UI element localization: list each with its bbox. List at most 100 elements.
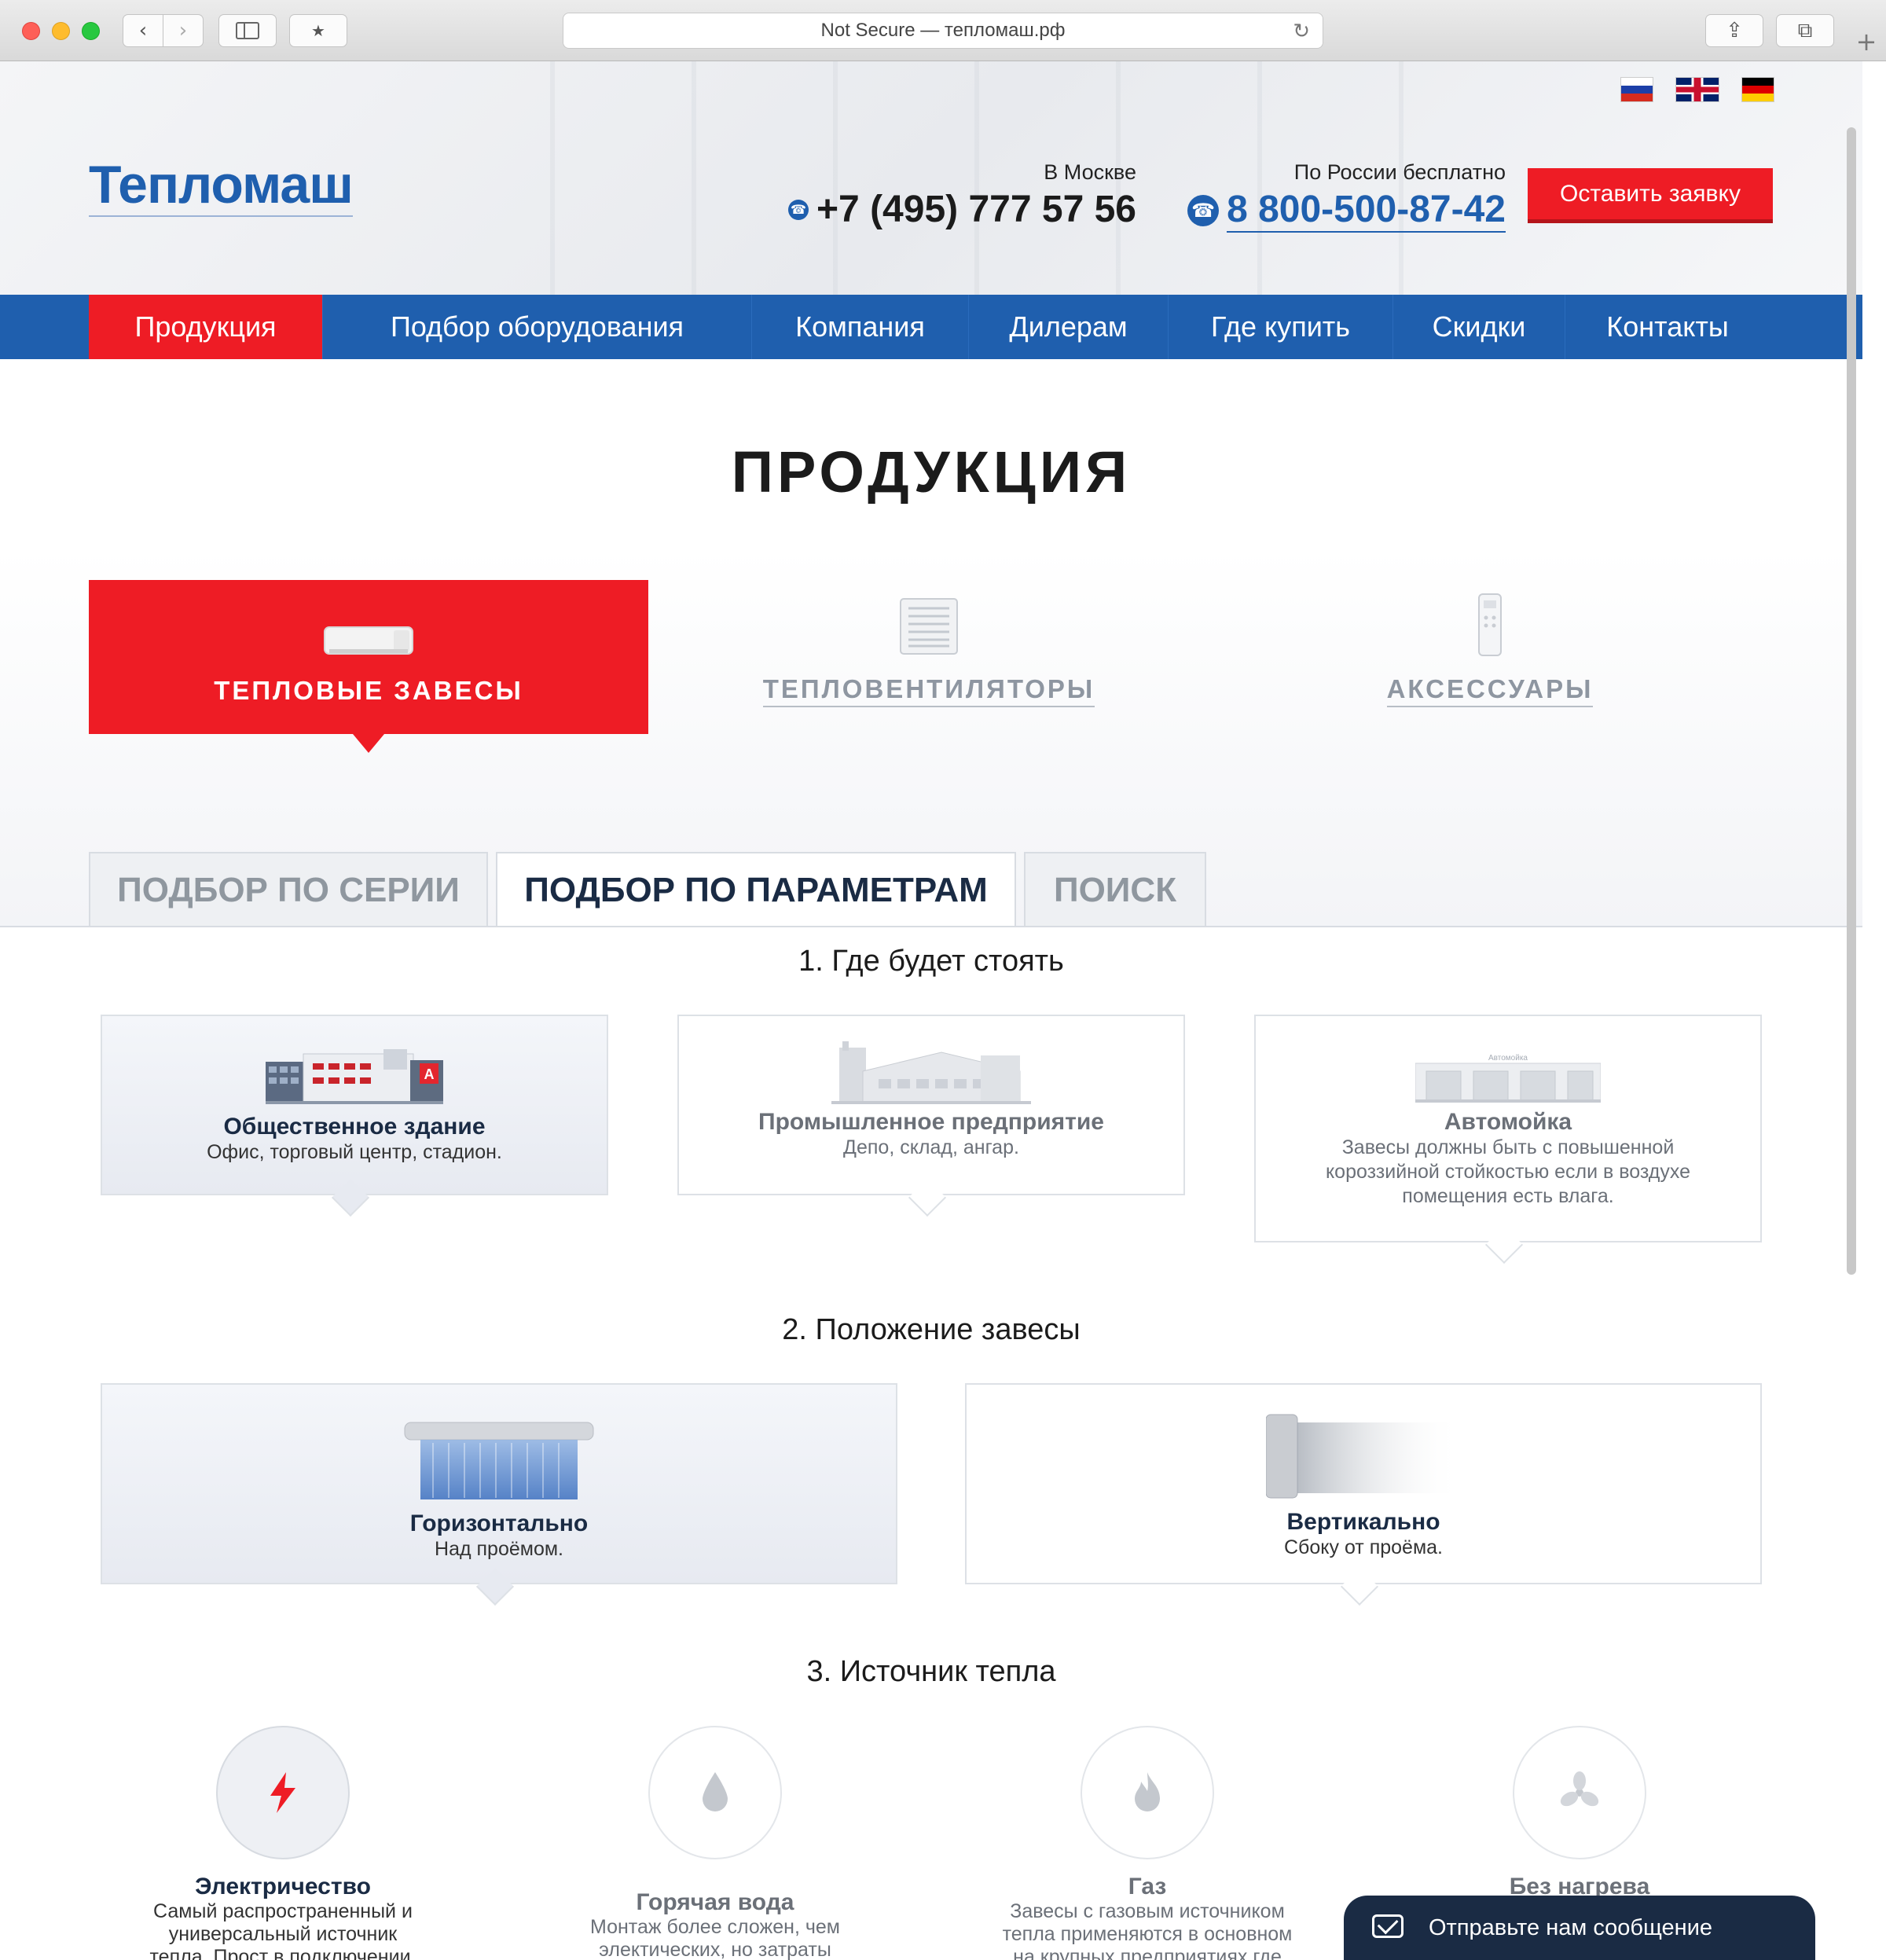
selection-tabs: ПОДБОР ПО СЕРИИ ПОДБОР ПО ПАРАМЕТРАМ ПОИ… xyxy=(89,852,1206,927)
building-badge: A xyxy=(424,1066,435,1082)
moscow-phone-block: В Москве ☎ +7 (495) 777 57 56 xyxy=(778,160,1136,231)
car-wash-icon: Автомойка xyxy=(1415,1054,1601,1103)
option-desc: Завесы должны быть с повышенной короззий… xyxy=(1325,1136,1691,1207)
forward-button[interactable]: › xyxy=(163,14,204,47)
flag-en-icon[interactable] xyxy=(1675,77,1719,102)
category-label: АКСЕССУАРЫ xyxy=(1386,674,1594,707)
tab-by-series[interactable]: ПОДБОР ПО СЕРИИ xyxy=(89,852,488,927)
bookmarks-button[interactable]: ★ xyxy=(289,14,347,47)
envelope-icon xyxy=(1372,1914,1403,1938)
option-desc: Сбоку от проёма. xyxy=(1284,1536,1443,1558)
phone-icon: ☎ xyxy=(788,199,809,220)
chevron-left-icon: ‹ xyxy=(138,19,148,42)
car-wash-sign: Автомойка xyxy=(1488,1054,1528,1063)
option-gas[interactable]: Газ Завесы с газовым источником тепла пр… xyxy=(982,1726,1312,1960)
option-title: Промышленное предприятие xyxy=(758,1109,1104,1135)
option-title: Вертикально xyxy=(1286,1509,1440,1535)
option-vertical[interactable]: Вертикально Сбоку от проёма. xyxy=(965,1383,1762,1584)
category-fan-heaters[interactable]: ТЕПЛОВЕНТИЛЯТОРЫ xyxy=(649,580,1209,734)
moscow-phone-number[interactable]: ☎ +7 (495) 777 57 56 xyxy=(778,188,1136,231)
option-desc: Офис, торговый центр, стадион. xyxy=(207,1141,502,1163)
fan-heater-icon xyxy=(900,598,958,655)
nav-item-discounts[interactable]: Скидки xyxy=(1393,295,1565,359)
category-label: ТЕПЛОВЕНТИЛЯТОРЫ xyxy=(762,674,1095,707)
page-scrollbar[interactable] xyxy=(1847,127,1856,1275)
request-button[interactable]: Оставить заявку xyxy=(1528,168,1773,223)
minimize-window-button[interactable] xyxy=(52,22,70,40)
option-desc: Самый распространенный и универсальный и… xyxy=(149,1900,416,1960)
horizontal-curtain-icon xyxy=(404,1422,594,1499)
flag-de-icon[interactable] xyxy=(1741,77,1774,102)
moscow-phone-label: В Москве xyxy=(1044,160,1136,184)
nav-item-products[interactable]: Продукция xyxy=(89,295,323,359)
option-industrial-enterprise[interactable]: Промышленное предприятие Депо, склад, ан… xyxy=(677,1015,1185,1195)
russia-phone-number[interactable]: ☎ 8 800-500-87-42 xyxy=(1163,188,1506,233)
main-nav: Продукция Подбор оборудования Компания Д… xyxy=(0,295,1862,359)
option-public-building[interactable]: A Общественное здание Офис, торговый цен… xyxy=(101,1015,608,1195)
page-title: ПРОДУКЦИЯ xyxy=(731,439,1132,505)
address-bar[interactable]: Not Secure — тепломаш.рф ↻ xyxy=(563,13,1323,49)
sidebar-icon xyxy=(236,22,259,39)
russia-phone-label: По России бесплатно xyxy=(1293,160,1506,184)
option-hot-water[interactable]: Горячая вода Монтаж более сложен, чем эл… xyxy=(550,1726,880,1960)
star-icon: ★ xyxy=(311,21,325,40)
tabs-divider xyxy=(0,926,1862,927)
tab-by-parameters[interactable]: ПОДБОР ПО ПАРАМЕТРАМ xyxy=(496,852,1016,927)
step1-title: 1. Где будет стоять xyxy=(798,945,1064,978)
chat-label: Отправьте нам сообщение xyxy=(1429,1914,1713,1940)
option-title: Горизонтально xyxy=(409,1510,589,1536)
factory-icon xyxy=(831,1041,1031,1104)
web-page: Тепломаш В Москве ☎ +7 (495) 777 57 56 П… xyxy=(0,61,1862,1960)
nav-item-contacts[interactable]: Контакты xyxy=(1565,295,1770,359)
option-electricity[interactable]: Электричество Самый распространенный и у… xyxy=(118,1726,448,1960)
new-tab-button[interactable]: + xyxy=(1847,22,1886,61)
site-logo[interactable]: Тепломаш xyxy=(89,154,354,217)
option-desc: Депо, склад, ангар. xyxy=(843,1136,1019,1158)
category-label: ТЕПЛОВЫЕ ЗАВЕСЫ xyxy=(214,676,523,705)
nav-item-dealers[interactable]: Дилерам xyxy=(969,295,1169,359)
sidebar-button[interactable] xyxy=(218,14,277,47)
option-title: Автомойка xyxy=(1444,1109,1572,1135)
tabs-icon: ⧉ xyxy=(1797,18,1813,42)
flame-icon xyxy=(1135,1772,1160,1811)
remote-control-icon xyxy=(1478,593,1502,656)
option-title: Горячая вода xyxy=(636,1889,794,1915)
vertical-curtain-icon xyxy=(1266,1414,1461,1499)
option-desc: Завесы с газовым источником тепла примен… xyxy=(1002,1900,1293,1960)
step3-title: 3. Источник тепла xyxy=(806,1655,1056,1688)
fan-icon xyxy=(1560,1771,1599,1807)
option-horizontal[interactable]: Горизонтально Над проёмом. xyxy=(101,1383,897,1584)
category-heat-curtains[interactable]: ТЕПЛОВЫЕ ЗАВЕСЫ xyxy=(89,580,648,753)
flag-ru-icon[interactable] xyxy=(1620,77,1653,102)
share-button[interactable]: ⇪ xyxy=(1705,14,1763,47)
plus-icon: + xyxy=(1855,27,1877,57)
nav-item-equipment-selection[interactable]: Подбор оборудования xyxy=(323,295,752,359)
lightning-icon xyxy=(270,1772,295,1813)
chevron-right-icon: › xyxy=(178,19,188,42)
option-car-wash[interactable]: Автомойка Автомойка Завесы должны быть с… xyxy=(1254,1015,1762,1242)
reload-icon[interactable]: ↻ xyxy=(1293,20,1310,43)
tab-overview-button[interactable]: ⧉ xyxy=(1776,14,1834,47)
option-desc: Монтаж более сложен, чем электических, н… xyxy=(589,1916,840,1960)
back-button[interactable]: ‹ xyxy=(123,14,163,47)
chat-widget-button[interactable]: Отправьте нам сообщение xyxy=(1344,1896,1815,1960)
option-title: Общественное здание xyxy=(223,1114,486,1140)
public-building-icon: A xyxy=(266,1049,443,1104)
share-icon: ⇪ xyxy=(1726,19,1743,42)
option-no-heating[interactable]: Без нагрева xyxy=(1414,1726,1745,1900)
tab-search[interactable]: ПОИСК xyxy=(1024,852,1206,927)
nav-item-company[interactable]: Компания xyxy=(752,295,969,359)
browser-toolbar: ‹ › ★ Not Secure — тепломаш.рф ↻ ⇪ ⧉ + xyxy=(0,0,1886,61)
phone-icon: ☎ xyxy=(1187,194,1220,226)
language-switcher xyxy=(1620,77,1774,102)
option-desc: Над проёмом. xyxy=(435,1538,563,1560)
option-title: Электричество xyxy=(195,1874,371,1899)
url-text: Not Secure — тепломаш.рф xyxy=(820,20,1066,41)
step2-title: 2. Положение завесы xyxy=(782,1313,1081,1346)
nav-item-where-to-buy[interactable]: Где купить xyxy=(1169,295,1393,359)
category-accessories[interactable]: АКСЕССУАРЫ xyxy=(1210,580,1770,734)
water-drop-icon xyxy=(703,1772,728,1811)
option-title: Газ xyxy=(1128,1874,1167,1899)
close-window-button[interactable] xyxy=(22,22,40,40)
zoom-window-button[interactable] xyxy=(82,22,100,40)
